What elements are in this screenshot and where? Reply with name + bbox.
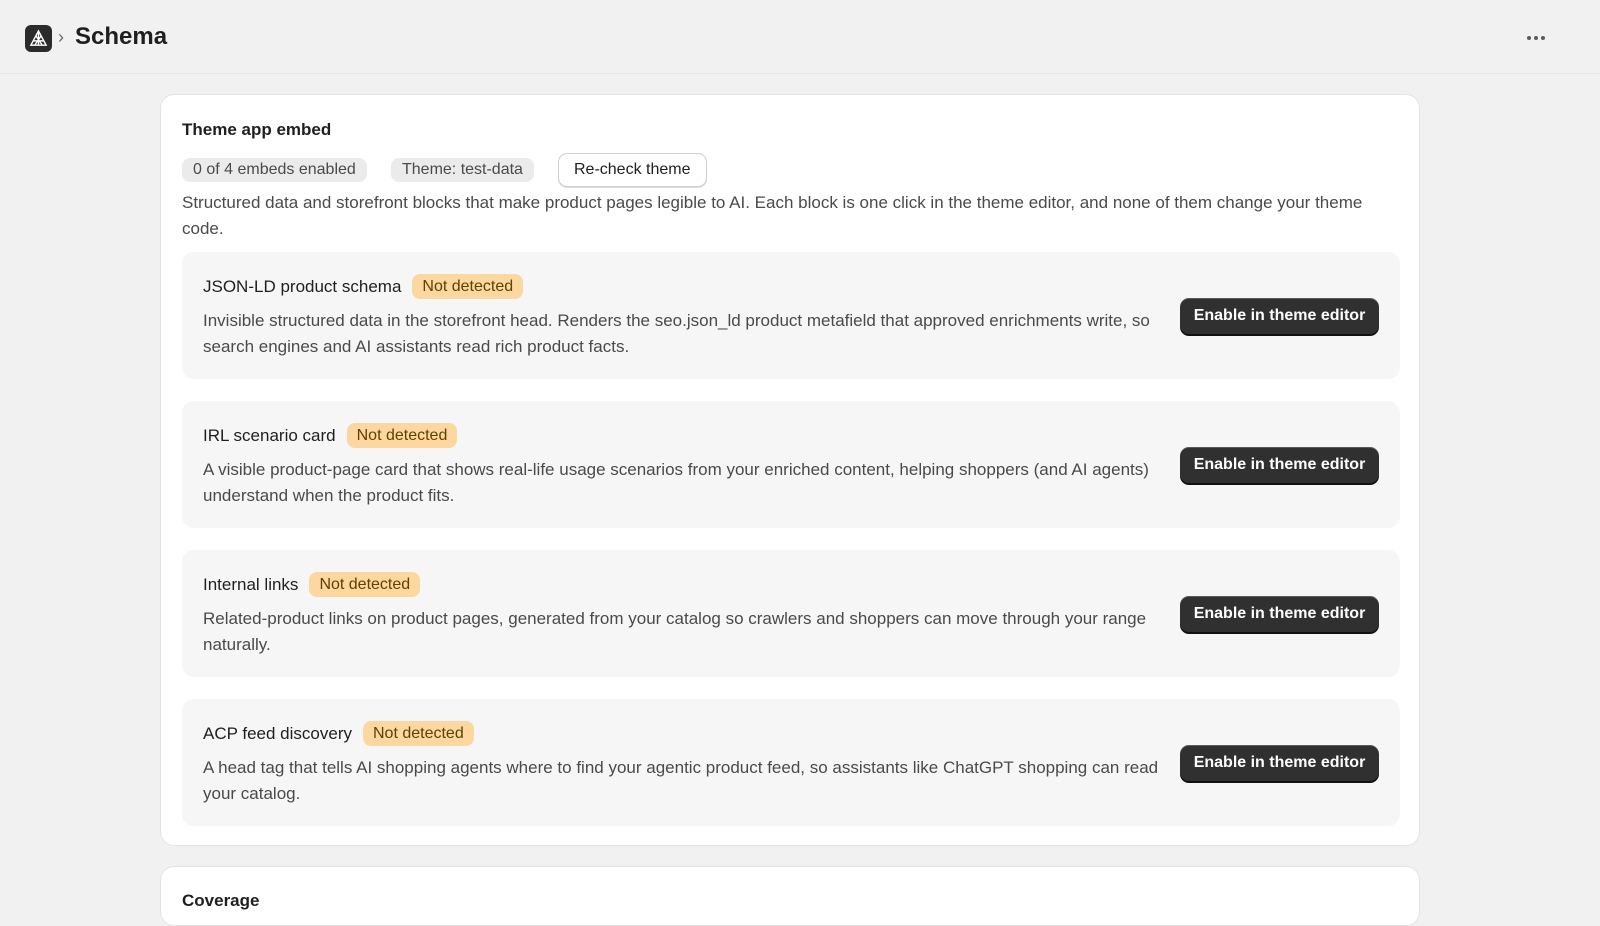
status-badge: Not detected xyxy=(346,423,458,448)
top-bar: › Schema xyxy=(0,0,1600,74)
block-header: JSON-LD product schema Not detected xyxy=(203,274,524,299)
page-title: Schema xyxy=(75,23,168,50)
block-header: Internal links Not detected xyxy=(203,572,421,597)
block-description: Invisible structured data in the storefr… xyxy=(203,311,1150,356)
card-description: Structured data and storefront blocks th… xyxy=(182,193,1363,238)
embeds-status-chip: 0 of 4 embeds enabled xyxy=(182,158,367,182)
embed-block-irl-scenario: IRL scenario card Not detected A visible… xyxy=(182,401,1400,528)
block-header: ACP feed discovery Not detected xyxy=(203,721,474,746)
block-description: Related-product links on product pages, … xyxy=(203,609,1147,654)
enable-in-theme-editor-button[interactable]: Enable in theme editor xyxy=(1180,298,1379,334)
block-title: JSON-LD product schema xyxy=(203,276,402,296)
block-title: IRL scenario card xyxy=(203,425,336,445)
status-badge: Not detected xyxy=(362,721,474,746)
embed-block-acp-feed: ACP feed discovery Not detected A head t… xyxy=(182,699,1400,826)
theme-app-embed-card: Theme app embed 0 of 4 embeds enabled Th… xyxy=(160,94,1420,846)
theme-name-chip: Theme: test-data xyxy=(391,158,534,182)
more-horizontal-icon[interactable] xyxy=(1520,26,1552,50)
status-badge: Not detected xyxy=(309,572,421,597)
embed-block-internal-links: Internal links Not detected Related-prod… xyxy=(182,550,1400,677)
block-title: ACP feed discovery xyxy=(203,723,352,743)
enable-in-theme-editor-button[interactable]: Enable in theme editor xyxy=(1180,596,1379,632)
block-description: A visible product-page card that shows r… xyxy=(203,460,1149,505)
block-description: A head tag that tells AI shopping agents… xyxy=(203,758,1159,803)
status-badge: Not detected xyxy=(412,274,524,299)
recheck-theme-button[interactable]: Re-check theme xyxy=(558,153,707,187)
app-logo-icon[interactable] xyxy=(25,25,52,52)
block-title: Internal links xyxy=(203,574,299,594)
enable-in-theme-editor-button[interactable]: Enable in theme editor xyxy=(1180,447,1379,483)
breadcrumb-separator: › xyxy=(58,27,64,47)
card-title: Coverage xyxy=(182,891,260,910)
card-title: Theme app embed xyxy=(182,120,332,139)
enable-in-theme-editor-button[interactable]: Enable in theme editor xyxy=(1180,745,1379,781)
coverage-card: Coverage xyxy=(160,866,1420,926)
block-header: IRL scenario card Not detected xyxy=(203,423,458,448)
embed-block-json-ld: JSON-LD product schema Not detected Invi… xyxy=(182,252,1400,379)
